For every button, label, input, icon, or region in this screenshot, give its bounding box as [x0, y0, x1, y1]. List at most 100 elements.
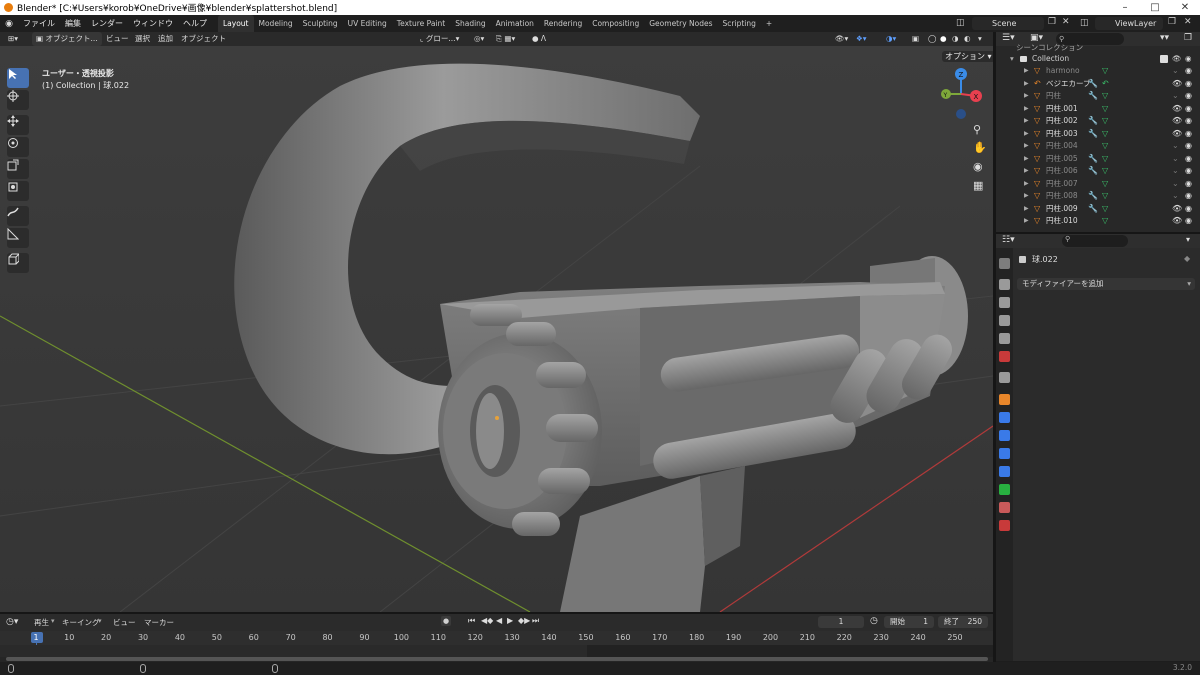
menu-view[interactable]: ビュー: [106, 32, 129, 46]
transform-orientation-selector[interactable]: ⌞ グロー...▾: [420, 32, 459, 46]
material-tab-icon[interactable]: [999, 502, 1010, 513]
menu-add[interactable]: 追加: [158, 32, 173, 46]
particles-tab-icon[interactable]: [999, 430, 1010, 441]
current-frame-field[interactable]: 1: [818, 616, 864, 628]
select-box-tool[interactable]: [7, 68, 29, 88]
render-toggle-icon[interactable]: ◉: [1185, 215, 1192, 228]
tab-geometry-nodes[interactable]: Geometry Nodes: [644, 15, 717, 32]
shading-options-icon[interactable]: ▾: [978, 32, 982, 46]
outliner-row[interactable]: ▶ ▽ 円柱.001 ▽ 👁 ◉: [996, 103, 1200, 116]
mode-selector[interactable]: ▣ オブジェクト...: [32, 32, 102, 46]
transform-tool[interactable]: [7, 181, 29, 201]
texture-tab-icon[interactable]: [999, 520, 1010, 531]
expand-arrow-icon[interactable]: ▶: [1024, 65, 1029, 78]
menu-playback[interactable]: 再生: [34, 617, 49, 628]
menu-select[interactable]: 選択: [135, 32, 150, 46]
visibility-toggle-icon[interactable]: ⌄: [1172, 190, 1179, 203]
add-modifier-dropdown[interactable]: モディファイアーを追加 ▾: [1017, 278, 1195, 290]
collection-visibility-icon[interactable]: 👁: [1172, 53, 1182, 66]
zoom-icon[interactable]: ⚲: [973, 123, 981, 136]
constraints-tab-icon[interactable]: [999, 466, 1010, 477]
world-tab-icon[interactable]: [999, 351, 1010, 362]
overlay-toggle-icon[interactable]: ◑▾: [886, 32, 896, 46]
tab-scripting[interactable]: Scripting: [718, 15, 761, 32]
snap-icon[interactable]: ⎘ ▦▾: [496, 32, 515, 46]
jump-end-icon[interactable]: ⏭: [532, 616, 539, 626]
menu-edit[interactable]: 編集: [60, 15, 86, 32]
scale-tool[interactable]: [7, 159, 29, 179]
render-toggle-icon[interactable]: ◉: [1185, 128, 1192, 141]
expand-arrow-icon[interactable]: ▶: [1024, 103, 1029, 116]
3d-viewport[interactable]: Z X Y ユーザー・透視投影 (1) Collection | 球.022 オ…: [0, 46, 993, 612]
new-view-layer-icon[interactable]: ❐: [1168, 17, 1176, 27]
delete-scene-icon[interactable]: ✕: [1062, 17, 1070, 27]
collection-tab-icon[interactable]: [999, 372, 1010, 383]
camera-icon[interactable]: ◉: [973, 160, 983, 173]
tab-uv-editing[interactable]: UV Editing: [343, 15, 392, 32]
options-menu[interactable]: オプション ▾: [942, 51, 993, 62]
proportional-edit-icon[interactable]: ● Λ: [532, 32, 546, 46]
outliner-row[interactable]: ▶ ▽ 円柱.007 ▽ ⌄ ◉: [996, 178, 1200, 191]
visibility-toggle-icon[interactable]: 👁: [1172, 115, 1182, 128]
menu-help[interactable]: ヘルプ: [178, 15, 212, 32]
expand-arrow-icon[interactable]: ▶: [1024, 203, 1029, 216]
view-layer-selector[interactable]: ViewLayer: [1095, 17, 1163, 30]
modifier-tab-icon[interactable]: [999, 412, 1010, 423]
menu-timeline-view[interactable]: ビュー: [113, 617, 136, 628]
outliner-row[interactable]: ▶ ▽ 円柱.006 🔧 ▽ ⌄ ◉: [996, 165, 1200, 178]
outliner-row[interactable]: ▶ ▽ 円柱.003 🔧 ▽ 👁 ◉: [996, 128, 1200, 141]
clock-icon[interactable]: ◷: [870, 616, 878, 626]
collection-render-icon[interactable]: ◉: [1185, 53, 1192, 66]
jump-key-next-icon[interactable]: ◆▶: [518, 616, 530, 625]
jump-key-prev-icon[interactable]: ◀◆: [481, 616, 493, 625]
render-toggle-icon[interactable]: ◉: [1185, 165, 1192, 178]
perspective-grid-icon[interactable]: ▦: [973, 179, 983, 192]
visibility-toggle-icon[interactable]: 👁: [1172, 215, 1182, 228]
outliner-row[interactable]: ▶ ↶ ベジエカーブ 🔧 ↶ 👁 ◉: [996, 78, 1200, 91]
render-tab-icon[interactable]: [999, 279, 1010, 290]
object-tab-icon[interactable]: [999, 394, 1010, 405]
jump-start-icon[interactable]: ⏮: [468, 616, 475, 626]
render-toggle-icon[interactable]: ◉: [1185, 140, 1192, 153]
delete-view-layer-icon[interactable]: ✕: [1184, 17, 1192, 27]
timeline-track-area[interactable]: [0, 645, 993, 657]
visibility-toggle-icon[interactable]: ⌄: [1172, 90, 1179, 103]
end-frame-field[interactable]: 終了 250: [938, 616, 988, 628]
visibility-toggle-icon[interactable]: 👁: [1172, 128, 1182, 141]
data-tab-icon[interactable]: [999, 484, 1010, 495]
collection-row[interactable]: ▾ Collection 👁 ◉: [996, 53, 1200, 66]
menu-file[interactable]: ファイル: [18, 15, 60, 32]
visibility-toggle-icon[interactable]: 👁: [1172, 103, 1182, 116]
expand-arrow-icon[interactable]: ▶: [1024, 115, 1029, 128]
menu-window[interactable]: ウィンドウ: [128, 15, 178, 32]
editor-type-icon[interactable]: ⊞▾: [8, 32, 18, 46]
record-icon[interactable]: ●: [441, 616, 451, 626]
add-cube-tool[interactable]: [7, 253, 29, 273]
annotate-tool[interactable]: [7, 206, 29, 226]
render-toggle-icon[interactable]: ◉: [1185, 78, 1192, 91]
tab-layout[interactable]: Layout: [218, 15, 254, 32]
outliner-row[interactable]: ▶ ▽ 円柱.004 ▽ ⌄ ◉: [996, 140, 1200, 153]
menu-object[interactable]: オブジェクト: [181, 32, 226, 46]
expand-arrow-icon[interactable]: ▶: [1024, 165, 1029, 178]
properties-search-input[interactable]: ⚲: [1062, 235, 1128, 247]
visibility-toggle-icon[interactable]: ⌄: [1172, 153, 1179, 166]
physics-tab-icon[interactable]: [999, 448, 1010, 459]
shading-rendered-icon[interactable]: ◐: [964, 32, 971, 46]
rotate-tool[interactable]: [7, 137, 29, 157]
outliner-row[interactable]: ▶ ▽ 円柱.002 🔧 ▽ 👁 ◉: [996, 115, 1200, 128]
scene-selector[interactable]: Scene: [972, 17, 1044, 30]
measure-tool[interactable]: [7, 228, 29, 248]
expand-arrow-icon[interactable]: ▶: [1024, 190, 1029, 203]
move-tool[interactable]: [7, 115, 29, 135]
timeline-scrollbar[interactable]: [6, 657, 988, 661]
new-scene-icon[interactable]: ❐: [1048, 17, 1056, 27]
output-tab-icon[interactable]: [999, 297, 1010, 308]
visibility-icon[interactable]: 👁▾: [835, 32, 848, 46]
cursor-tool[interactable]: [7, 90, 29, 110]
expand-arrow-icon[interactable]: ▶: [1024, 178, 1029, 191]
menu-render[interactable]: レンダー: [86, 15, 128, 32]
gizmo-toggle-icon[interactable]: ❖▾: [856, 32, 867, 46]
collection-checkbox-icon[interactable]: [1160, 55, 1168, 63]
outliner-row[interactable]: ▶ ▽ 円柱.005 🔧 ▽ ⌄ ◉: [996, 153, 1200, 166]
